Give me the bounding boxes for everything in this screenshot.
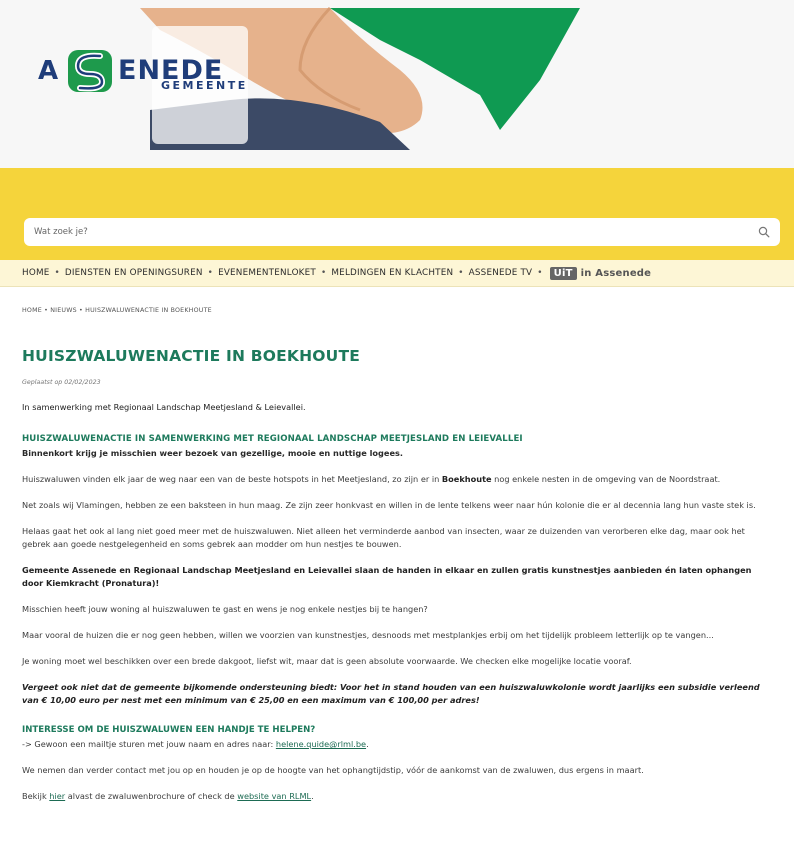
article-lead: Binnenkort krijg je misschien weer bezoe…	[22, 448, 403, 458]
search-bar	[24, 218, 780, 246]
nav-diensten[interactable]: DIENSTEN EN OPENINGSUREN	[65, 268, 203, 278]
nav-evenementenloket[interactable]: EVENEMENTENLOKET	[218, 268, 316, 278]
breadcrumb-news[interactable]: NIEUWS	[50, 307, 77, 314]
article-paragraph-subsidy: Vergeet ook niet dat de gemeente bijkome…	[22, 682, 760, 705]
nav-separator: •	[537, 268, 543, 278]
search-icon[interactable]	[758, 226, 770, 238]
logo[interactable]: GEMEENTE A ENEDE	[34, 38, 245, 98]
article-paragraph-6: Maar vooral de huizen die er nog geen he…	[22, 630, 714, 640]
article-paragraph-followup: We nemen dan verder contact met jou op e…	[22, 765, 644, 775]
email-link[interactable]: helene.quide@rlml.be	[276, 739, 366, 749]
article-paragraph-5: Misschien heeft jouw woning al huiszwalu…	[22, 604, 428, 614]
nav-meldingen[interactable]: MELDINGEN EN KLACHTEN	[331, 268, 453, 278]
contact-text: -> Gewoon een mailtje sturen met jouw na…	[22, 739, 276, 749]
article-paragraph-7: Je woning moet wel beschikken over een b…	[22, 656, 632, 666]
article-paragraph-contact: -> Gewoon een mailtje sturen met jouw na…	[22, 738, 772, 751]
nav-separator: •	[458, 268, 464, 278]
main-nav: HOME • DIENSTEN EN OPENINGSUREN • EVENEM…	[0, 260, 794, 287]
logo-letter-a: A	[38, 56, 59, 86]
p1-text-after: nog enkele nesten in de omgeving van de …	[491, 474, 721, 484]
brochure-link[interactable]: hier	[49, 791, 65, 801]
links-text-after: .	[311, 791, 314, 801]
logo-text: ENEDE	[118, 55, 224, 86]
search-band	[0, 168, 794, 260]
rlml-website-link[interactable]: website van RLML	[237, 791, 311, 801]
hero-banner: GEMEENTE A ENEDE	[0, 0, 794, 168]
nav-separator: •	[321, 268, 327, 278]
section-heading-2: INTERESSE OM DE HUISZWALUWEN EEN HANDJE …	[22, 725, 316, 735]
logo-swirl-icon	[68, 50, 112, 92]
nav-assenede-tv[interactable]: ASSENEDE TV	[469, 268, 533, 278]
nav-separator: •	[54, 268, 60, 278]
article-paragraph-2: Net zoals wij Vlamingen, hebben ze een b…	[22, 500, 756, 510]
article-intro: In samenwerking met Regionaal Landschap …	[22, 402, 306, 412]
links-text-mid: alvast de zwaluwenbrochure of check de	[65, 791, 238, 801]
nav-home[interactable]: HOME	[22, 268, 50, 278]
article-paragraph-links: Bekijk hier alvast de zwaluwenbrochure o…	[22, 790, 772, 803]
uit-label: in Assenede	[580, 267, 652, 279]
search-input[interactable]	[34, 227, 758, 237]
uit-logo: UiT	[549, 266, 577, 280]
article-paragraph-1: Huiszwaluwen vinden elk jaar de weg naar…	[22, 473, 772, 486]
page-title: HUISZWALUWENACTIE IN BOEKHOUTE	[22, 347, 361, 365]
article-paragraph-4: Gemeente Assenede en Regionaal Landschap…	[22, 565, 752, 588]
main-content: HOME • NIEUWS • HUISZWALUWENACTIE IN BOE…	[0, 307, 794, 803]
section-heading-1: HUISZWALUWENACTIE IN SAMENWERKING MET RE…	[22, 434, 523, 444]
p1-bold: Boekhoute	[441, 474, 492, 484]
contact-text-after: .	[366, 739, 369, 749]
post-date: Geplaatst op 02/02/2023	[22, 379, 101, 386]
breadcrumb-home[interactable]: HOME	[22, 307, 42, 314]
breadcrumb: HOME • NIEUWS • HUISZWALUWENACTIE IN BOE…	[22, 307, 772, 314]
nav-separator: •	[207, 268, 214, 278]
article-paragraph-3: Helaas gaat het ook al lang niet goed me…	[22, 526, 745, 549]
nav-uit-in-assenede[interactable]: UiT in Assenede	[549, 266, 652, 280]
breadcrumb-current: HUISZWALUWENACTIE IN BOEKHOUTE	[85, 307, 212, 314]
links-text: Bekijk	[22, 791, 50, 801]
p1-text: Huiszwaluwen vinden elk jaar de weg naar…	[22, 474, 442, 484]
